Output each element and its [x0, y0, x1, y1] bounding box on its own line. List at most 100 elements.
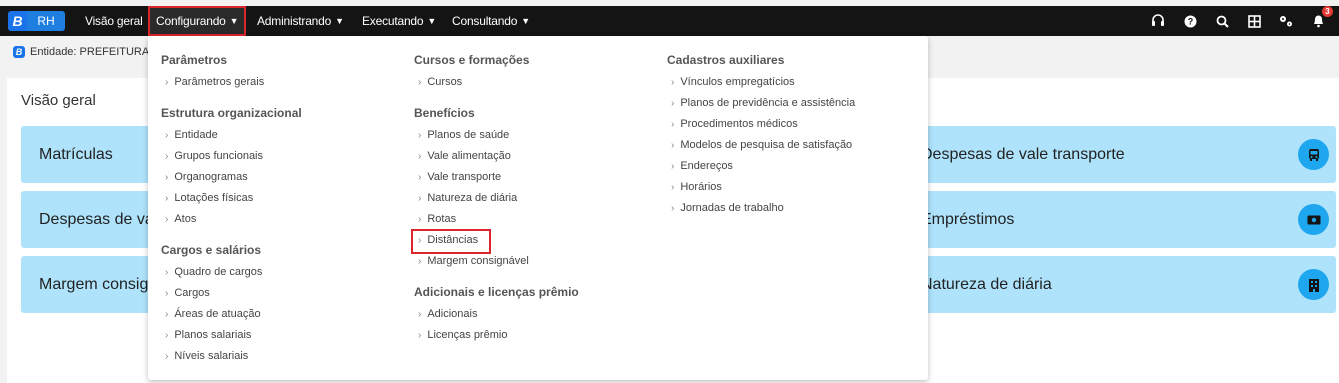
entity-indicator[interactable]: B Entidade: PREFEITURA D [13, 46, 160, 58]
menu-item-jornadas-de-trabalho[interactable]: › Jornadas de trabalho [671, 202, 784, 214]
chevron-right-icon: › [671, 98, 675, 109]
menu-item-modelos-pesquisa[interactable]: › Modelos de pesquisa de satisfação [671, 139, 852, 151]
grid-icon[interactable] [1245, 12, 1263, 30]
chevron-right-icon: › [418, 193, 422, 204]
nav-configurando-label: Configurando [156, 14, 226, 28]
help-icon[interactable]: ? [1181, 12, 1199, 30]
menu-item-label: Parâmetros gerais [174, 76, 265, 88]
app-logo[interactable]: B RH [8, 11, 65, 31]
menu-item-planos-de-saude[interactable]: › Planos de saúde [418, 129, 509, 141]
section-cursos-e-formacoes: Cursos e formações [414, 53, 530, 67]
chevron-right-icon: › [418, 235, 422, 246]
section-estrutura-organizacional: Estrutura organizacional [161, 106, 302, 120]
logo-letter: B [8, 11, 27, 31]
menu-item-label: Rotas [427, 213, 457, 225]
menu-item-planos-previdencia[interactable]: › Planos de previdência e assistência [671, 97, 855, 109]
money-icon [1298, 204, 1329, 235]
menu-item-niveis-salariais[interactable]: › Níveis salariais [165, 350, 248, 362]
menu-item-natureza-de-diaria[interactable]: › Natureza de diária [418, 192, 517, 204]
menu-item-label: Atos [174, 213, 197, 225]
menu-item-label: Cursos [427, 76, 463, 88]
menu-item-label: Licenças prêmio [427, 329, 508, 341]
nav-visao-geral[interactable]: Visão geral [85, 6, 143, 36]
menu-item-margem-consignavel[interactable]: › Margem consignável [418, 255, 529, 267]
chevron-right-icon: › [671, 119, 675, 130]
card-label-emprestimos[interactable]: Empréstimos [921, 191, 1014, 248]
chevron-right-icon: › [418, 309, 422, 320]
menu-item-label: Modelos de pesquisa de satisfação [680, 139, 853, 151]
menu-item-licencas-premio[interactable]: › Licenças prêmio [418, 329, 507, 341]
card-label-despesas-vale-transporte[interactable]: Despesas de vale transporte [921, 126, 1125, 183]
menu-item-label: Distâncias [427, 234, 479, 246]
top-icons: ? 3 [1149, 6, 1333, 36]
nav-administrando[interactable]: Administrando ▼ [257, 6, 344, 36]
chevron-right-icon: › [165, 151, 169, 162]
chevron-right-icon: › [671, 140, 675, 151]
chevron-right-icon: › [165, 309, 169, 320]
menu-item-cursos[interactable]: › Cursos [418, 76, 462, 88]
menu-item-vinculos-empregaticios[interactable]: › Vínculos empregatícios [671, 76, 795, 88]
chevron-right-icon: › [418, 151, 422, 162]
menu-item-entidade[interactable]: › Entidade [165, 129, 218, 141]
chevron-right-icon: › [418, 130, 422, 141]
menu-item-vale-alimentacao[interactable]: › Vale alimentação [418, 150, 511, 162]
nav-configurando[interactable]: Configurando ▼ [148, 6, 247, 36]
menu-item-label: Planos salariais [174, 329, 252, 341]
building-icon [1298, 269, 1329, 300]
menu-item-label: Natureza de diária [427, 192, 518, 204]
chevron-right-icon: › [671, 161, 675, 172]
card-label-despesas-vale[interactable]: Despesas de val [39, 191, 157, 248]
section-cargos-e-salarios: Cargos e salários [161, 243, 262, 257]
chevron-down-icon: ▼ [335, 16, 344, 26]
settings-icon[interactable] [1277, 12, 1295, 30]
nav-administrando-label: Administrando [257, 14, 332, 28]
menu-item-horarios[interactable]: › Horários [671, 181, 722, 193]
configurando-dropdown-menu: Parâmetros › Parâmetros gerais Estrutura … [148, 36, 928, 380]
chevron-right-icon: › [671, 77, 675, 88]
menu-item-quadro-de-cargos[interactable]: › Quadro de cargos [165, 266, 262, 278]
menu-item-vale-transporte[interactable]: › Vale transporte [418, 171, 501, 183]
bell-icon[interactable]: 3 [1309, 6, 1333, 30]
menu-item-label: Organogramas [174, 171, 248, 183]
chevron-right-icon: › [165, 267, 169, 278]
menu-item-grupos-funcionais[interactable]: › Grupos funcionais [165, 150, 263, 162]
chevron-right-icon: › [165, 330, 169, 341]
page-title: Visão geral [21, 92, 96, 109]
menu-item-label: Vale transporte [427, 171, 502, 183]
entity-label: Entidade: PREFEITURA D [30, 46, 160, 58]
menu-item-adicionais[interactable]: › Adicionais [418, 308, 477, 320]
chevron-right-icon: › [165, 193, 169, 204]
menu-item-label: Procedimentos médicos [680, 118, 798, 130]
top-navbar: B RH Visão geral Configurando ▼ Administr… [0, 6, 1339, 36]
chevron-down-icon: ▼ [427, 16, 437, 26]
menu-item-label: Vínculos empregatícios [680, 76, 795, 88]
nav-visao-geral-label: Visão geral [85, 14, 143, 28]
chevron-right-icon: › [418, 330, 422, 341]
menu-item-label: Jornadas de trabalho [680, 202, 784, 214]
menu-item-rotas[interactable]: › Rotas [418, 213, 456, 225]
menu-item-procedimentos-medicos[interactable]: › Procedimentos médicos [671, 118, 798, 130]
notification-badge: 3 [1322, 6, 1333, 17]
card-label-margem-consign[interactable]: Margem consign [39, 256, 157, 313]
menu-item-enderecos[interactable]: › Endereços [671, 160, 733, 172]
menu-item-label: Lotações físicas [174, 192, 254, 204]
search-icon[interactable] [1213, 12, 1231, 30]
chevron-right-icon: › [165, 351, 169, 362]
section-beneficios: Benefícios [414, 106, 475, 120]
menu-item-organogramas[interactable]: › Organogramas [165, 171, 248, 183]
menu-item-planos-salariais[interactable]: › Planos salariais [165, 329, 251, 341]
headset-icon[interactable] [1149, 12, 1167, 30]
menu-item-atos[interactable]: › Atos [165, 213, 196, 225]
menu-item-areas-de-atuacao[interactable]: › Áreas de atuação [165, 308, 261, 320]
nav-executando[interactable]: Executando ▼ [362, 6, 436, 36]
menu-item-parametros-gerais[interactable]: › Parâmetros gerais [165, 76, 264, 88]
menu-item-lotacoes-fisicas[interactable]: › Lotações físicas [165, 192, 253, 204]
menu-item-cargos[interactable]: › Cargos [165, 287, 210, 299]
menu-item-distancias[interactable]: › Distâncias [418, 234, 478, 246]
card-label-matriculas[interactable]: Matrículas [39, 126, 113, 183]
nav-consultando-label: Consultando [452, 14, 518, 28]
nav-consultando[interactable]: Consultando ▼ [452, 6, 530, 36]
chevron-right-icon: › [418, 214, 422, 225]
card-label-natureza-diaria[interactable]: Natureza de diária [921, 256, 1052, 313]
menu-item-label: Endereços [680, 160, 733, 172]
